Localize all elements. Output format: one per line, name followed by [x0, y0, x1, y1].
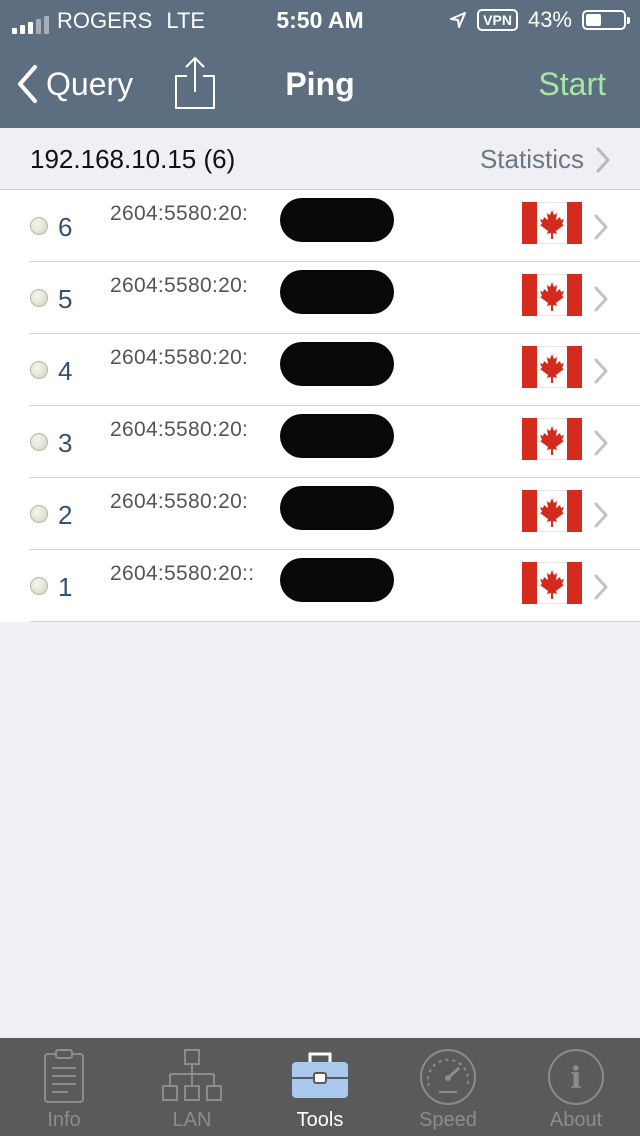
clipboard-icon: [42, 1048, 86, 1109]
statistics-label: Statistics: [479, 144, 584, 174]
chevron-right-icon: [594, 430, 608, 456]
sequence-number: 2: [58, 500, 73, 530]
tab-label: About: [549, 1109, 603, 1131]
section-header: 192.168.10.15 (6) Statistics: [0, 128, 640, 190]
chevron-left-icon: [18, 65, 37, 103]
sequence-number: 1: [58, 572, 73, 602]
ip-address: 2604:5580:20:: [110, 490, 249, 513]
status-dot: [30, 505, 48, 523]
ip-address: 2604:5580:20:: [110, 274, 249, 297]
tab-label: LAN: [172, 1109, 212, 1131]
battery-percent: 43%: [527, 7, 572, 32]
chevron-right-icon: [594, 286, 608, 312]
chevron-right-icon: [594, 574, 608, 600]
redaction-mark: [280, 486, 394, 530]
status-dot: [30, 433, 48, 451]
back-label: Query: [46, 65, 134, 102]
toolbox-icon: [290, 1048, 350, 1109]
svg-text:i: i: [570, 1061, 581, 1096]
canada-flag-icon: [522, 274, 582, 316]
sequence-number: 6: [58, 212, 73, 242]
ip-address: 2604:5580:20:: [110, 418, 249, 441]
canada-flag-icon: [522, 418, 582, 460]
share-button[interactable]: [174, 56, 216, 115]
tab-label: Speed: [419, 1109, 477, 1131]
canada-flag-icon: [522, 490, 582, 532]
ping-results-list: 6 2604:5580:20: 5 2604:5580:20: 4 2604:5…: [0, 190, 640, 622]
sequence-number: 4: [58, 356, 73, 386]
status-dot: [30, 217, 48, 235]
chevron-right-icon: [594, 502, 608, 528]
redaction-mark: [280, 198, 394, 242]
status-dot: [30, 577, 48, 595]
chevron-right-icon: [596, 147, 610, 172]
tab-bar: Info LAN Tools Speed i About: [0, 1038, 640, 1136]
tab-lan[interactable]: LAN: [128, 1038, 256, 1136]
target-host: 192.168.10.15 (6): [30, 144, 236, 174]
navigation-bar: Query Ping Start: [0, 40, 640, 128]
ip-address: 2604:5580:20::: [110, 562, 255, 585]
list-item[interactable]: 4 2604:5580:20:: [0, 334, 640, 406]
tab-tools[interactable]: Tools: [256, 1038, 384, 1136]
statistics-link[interactable]: Statistics: [480, 144, 610, 175]
network-tree-icon: [162, 1048, 222, 1109]
location-arrow-icon: [450, 12, 467, 28]
list-item[interactable]: 6 2604:5580:20:: [0, 190, 640, 262]
redaction-mark: [280, 414, 394, 458]
canada-flag-icon: [522, 562, 582, 604]
chevron-right-icon: [594, 358, 608, 384]
redaction-mark: [280, 270, 394, 314]
share-icon: [175, 56, 215, 109]
status-bar: ROGERS LTE 5:50 AM VPN 43%: [0, 0, 640, 40]
battery-icon: [582, 10, 630, 30]
ip-address: 2604:5580:20:: [110, 346, 249, 369]
sequence-number: 5: [58, 284, 73, 314]
canada-flag-icon: [522, 202, 582, 244]
canada-flag-icon: [522, 346, 582, 388]
speedometer-icon: [419, 1048, 477, 1111]
status-right: VPN 43%: [449, 7, 630, 33]
redaction-mark: [280, 558, 394, 602]
status-dot: [30, 289, 48, 307]
chevron-right-icon: [594, 214, 608, 240]
sequence-number: 3: [58, 428, 73, 458]
tab-speed[interactable]: Speed: [384, 1038, 512, 1136]
list-item[interactable]: 5 2604:5580:20:: [0, 262, 640, 334]
vpn-badge: VPN: [477, 9, 518, 31]
tab-label: Info: [47, 1109, 81, 1131]
redaction-mark: [280, 342, 394, 386]
start-button[interactable]: Start: [538, 66, 606, 103]
tab-label: Tools: [296, 1109, 344, 1131]
tab-about[interactable]: i About: [512, 1038, 640, 1136]
list-item[interactable]: 3 2604:5580:20:: [0, 406, 640, 478]
list-item[interactable]: 1 2604:5580:20::: [0, 550, 640, 622]
info-circle-icon: i: [547, 1048, 605, 1111]
list-item[interactable]: 2 2604:5580:20:: [0, 478, 640, 550]
back-button[interactable]: Query: [16, 64, 133, 104]
ip-address: 2604:5580:20:: [110, 202, 249, 225]
status-dot: [30, 361, 48, 379]
tab-info[interactable]: Info: [0, 1038, 128, 1136]
